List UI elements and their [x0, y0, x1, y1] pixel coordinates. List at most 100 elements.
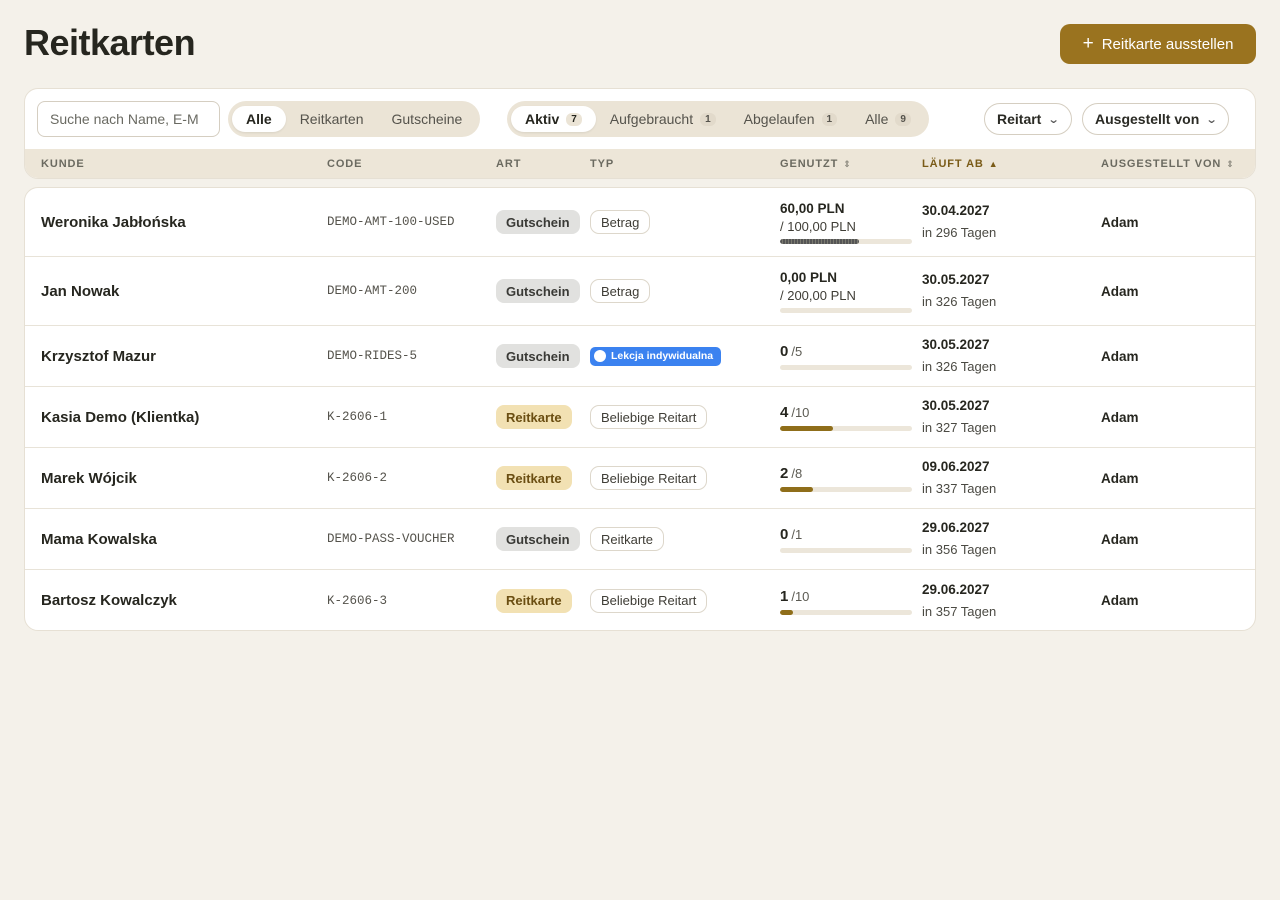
usage-progress-fill: [780, 239, 860, 244]
usage-progress-bar: [780, 548, 912, 553]
search-input[interactable]: [37, 101, 220, 137]
issued-by: Adam: [1101, 283, 1139, 299]
total-count: /8: [791, 466, 803, 481]
ride-type-dropdown[interactable]: Reitart ⌄: [984, 103, 1072, 135]
column-header-laeuft-ab[interactable]: Läuft ab ▲: [922, 149, 999, 178]
expiry-date: 30.04.2027: [922, 203, 990, 218]
customer-name: Marek Wójcik: [41, 469, 137, 487]
expiry-date: 30.05.2027: [922, 337, 990, 352]
kind-filter-gutscheine[interactable]: Gutscheine: [378, 106, 477, 132]
kind-filter-reitkarten[interactable]: Reitkarten: [286, 106, 378, 132]
issued-by: Adam: [1101, 214, 1139, 230]
chevron-down-icon: ⌄: [1047, 113, 1060, 126]
art-badge: Reitkarte: [496, 466, 572, 490]
usage-cell: 4/10: [780, 387, 912, 447]
total-count: /10: [791, 588, 810, 604]
card-code: DEMO-PASS-VOUCHER: [327, 532, 455, 546]
expiry-relative: in 357 Tagen: [922, 603, 997, 619]
customer-name: Jan Nowak: [41, 282, 120, 300]
type-badge: Beliebige Reitart: [590, 405, 708, 429]
expiry-cell: 09.06.2027 in 337 Tagen: [922, 448, 996, 508]
usage-progress-bar: [780, 426, 912, 431]
card-code: DEMO-RIDES-5: [327, 349, 418, 363]
expiry-relative: in 326 Tagen: [922, 294, 997, 309]
issue-card-label: Reitkarte ausstellen: [1101, 35, 1234, 53]
table-body: Weronika Jabłońska DEMO-AMT-100-USED Gut…: [24, 187, 1256, 631]
table-row[interactable]: Kasia Demo (Klientka) K-2606-1 Reitkarte…: [25, 387, 1255, 448]
column-header-genutzt[interactable]: Genutzt ⇕: [780, 149, 852, 178]
expiry-cell: 30.05.2027 in 326 Tagen: [922, 257, 996, 325]
expiry-relative: in 327 Tagen: [922, 420, 997, 435]
expiry-cell: 30.05.2027 in 326 Tagen: [922, 326, 996, 386]
total-amount: / 100,00 PLN: [780, 219, 856, 234]
column-header-label: Ausgestellt von: [1101, 158, 1222, 170]
card-code: K-2606-3: [327, 593, 388, 608]
used-count: 1: [780, 587, 789, 605]
table-row[interactable]: Mama Kowalska DEMO-PASS-VOUCHER Gutschei…: [25, 509, 1255, 570]
kind-filter-label: Alle: [246, 111, 272, 127]
column-header-code[interactable]: Code: [327, 149, 362, 178]
page-title: Reitkarten: [24, 22, 196, 63]
column-header-label: Läuft ab: [922, 158, 984, 170]
usage-cell: 60,00 PLN / 100,00 PLN: [780, 188, 912, 256]
customer-name: Krzysztof Mazur: [41, 347, 157, 365]
ride-type-badge: Lekcja indywidualna: [590, 346, 722, 366]
status-filter-abgelaufen[interactable]: Abgelaufen 1: [730, 106, 851, 132]
customer-name: Bartosz Kowalczyk: [41, 592, 177, 609]
card-code: K-2606-2: [327, 471, 388, 485]
used-count: 4: [780, 404, 789, 421]
column-header-ausgestellt-von[interactable]: Ausgestellt von ⇕: [1101, 149, 1235, 178]
total-count: /10: [791, 405, 810, 420]
expiry-relative: in 296 Tagen: [922, 225, 997, 240]
issued-by: Adam: [1101, 470, 1139, 486]
table-row[interactable]: Bartosz Kowalczyk K-2606-3 Reitkarte Bel…: [25, 570, 1255, 630]
table-row[interactable]: Jan Nowak DEMO-AMT-200 Gutschein Betrag …: [25, 257, 1255, 326]
kind-filter-label: Reitkarten: [299, 111, 364, 127]
type-badge: Reitkarte: [590, 527, 665, 551]
status-count-badge: 7: [566, 112, 582, 126]
status-filter-alle[interactable]: Alle 9: [851, 106, 925, 132]
table-row[interactable]: Krzysztof Mazur DEMO-RIDES-5 Gutschein L…: [25, 326, 1255, 387]
status-filter-aktiv[interactable]: Aktiv 7: [511, 106, 596, 132]
usage-progress-bar: [780, 487, 912, 492]
used-amount: 0,00 PLN: [780, 270, 838, 285]
type-badge: Beliebige Reitart: [590, 588, 708, 613]
art-badge: Gutschein: [496, 210, 580, 234]
table-row[interactable]: Weronika Jabłońska DEMO-AMT-100-USED Gut…: [25, 188, 1255, 257]
total-count: /1: [791, 527, 803, 542]
filter-bar: Alle Reitkarten Gutscheine Aktiv 7 Aufge…: [24, 88, 1256, 179]
issue-card-button[interactable]: + Reitkarte ausstellen: [1060, 24, 1256, 64]
usage-progress-fill: [780, 487, 813, 492]
column-header-kunde[interactable]: Kunde: [41, 149, 85, 178]
card-code: K-2606-1: [327, 410, 388, 424]
status-filter-label: Abgelaufen: [743, 111, 815, 127]
usage-progress-fill: [780, 609, 794, 615]
expiry-date: 09.06.2027: [922, 459, 990, 474]
status-filter-aufgebraucht[interactable]: Aufgebraucht 1: [596, 106, 730, 132]
art-badge: Gutschein: [496, 344, 580, 368]
status-filter-label: Alle: [865, 111, 889, 127]
expiry-relative: in 356 Tagen: [922, 542, 997, 557]
usage-progress-fill: [780, 426, 833, 431]
ride-type-label: Lekcja indywidualna: [611, 350, 714, 362]
expiry-cell: 30.05.2027 in 327 Tagen: [922, 387, 996, 447]
usage-progress-bar: [780, 609, 912, 615]
status-filter-group: Aktiv 7 Aufgebraucht 1 Abgelaufen 1 Alle…: [507, 101, 929, 137]
expiry-cell: 29.06.2027 in 356 Tagen: [922, 509, 996, 569]
used-amount: 60,00 PLN: [780, 201, 845, 216]
issued-by: Adam: [1101, 593, 1139, 608]
usage-cell: 0/1: [780, 509, 912, 569]
issued-by: Adam: [1101, 348, 1139, 364]
kind-filter-all[interactable]: Alle: [232, 106, 286, 132]
table-row[interactable]: Marek Wójcik K-2606-2 Reitkarte Beliebig…: [25, 448, 1255, 509]
usage-cell: 1/10: [780, 570, 912, 630]
expiry-cell: 29.06.2027 in 357 Tagen: [922, 570, 997, 630]
issued-by-dropdown[interactable]: Ausgestellt von ⌄: [1082, 103, 1230, 135]
ride-type-label: Reitart: [997, 111, 1042, 127]
column-header-art[interactable]: Art: [496, 149, 521, 178]
total-count: /5: [791, 344, 803, 359]
type-badge: Betrag: [590, 279, 651, 303]
column-header-typ[interactable]: Typ: [590, 149, 614, 178]
total-amount: / 200,00 PLN: [780, 288, 856, 303]
type-badge: Betrag: [590, 210, 651, 234]
